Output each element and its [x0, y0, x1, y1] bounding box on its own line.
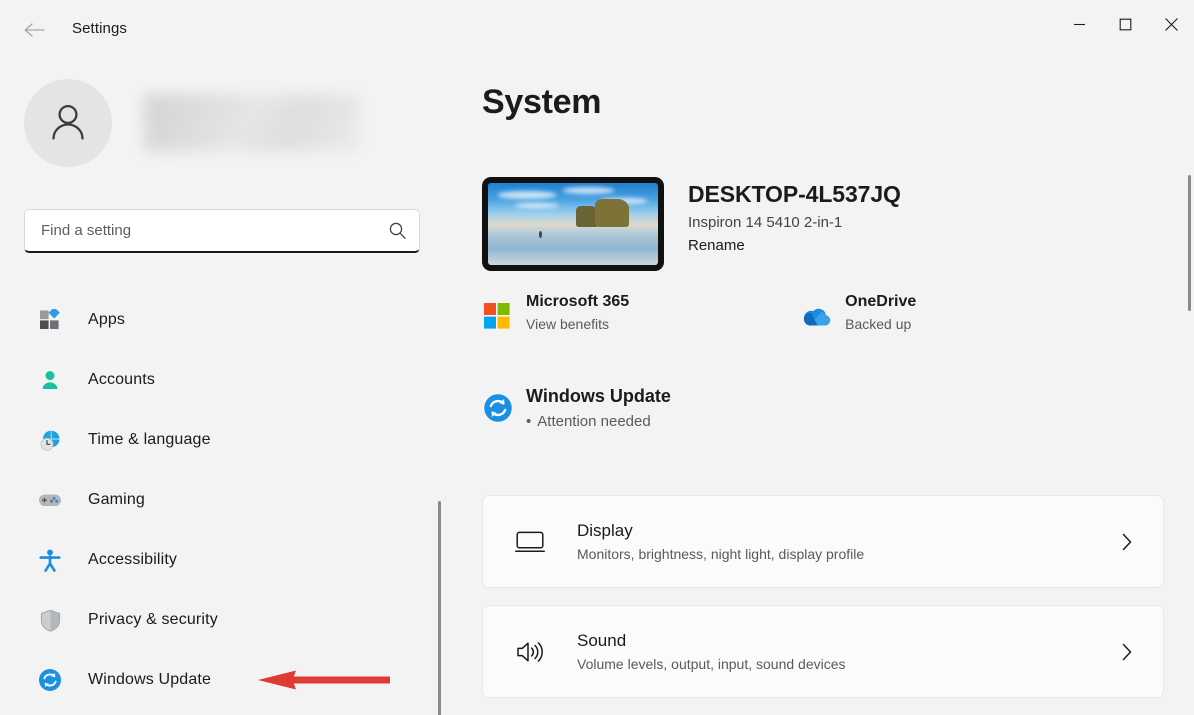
- windows-update-status: • Attention needed: [526, 413, 671, 430]
- device-model: Inspiron 14 5410 2-in-1: [688, 214, 901, 231]
- card-subtitle: Volume levels, output, input, sound devi…: [577, 656, 1115, 672]
- device-info: DESKTOP-4L537JQ Inspiron 14 5410 2-in-1 …: [688, 177, 901, 271]
- sidebar-item-label: Accessibility: [88, 551, 177, 569]
- sidebar-nav: Apps Accounts Time & lang: [0, 298, 452, 715]
- settings-cards: Display Monitors, brightness, night ligh…: [482, 495, 1164, 715]
- services-row: Microsoft 365 View benefits OneDrive Bac…: [482, 293, 916, 332]
- wallpaper-cloud: [498, 191, 556, 198]
- accounts-icon: [38, 368, 62, 392]
- service-title: OneDrive: [845, 293, 916, 311]
- wallpaper-image: [488, 183, 658, 265]
- sidebar-item-label: Windows Update: [88, 671, 211, 689]
- sidebar-item-accessibility[interactable]: Accessibility: [16, 538, 436, 582]
- main-scrollbar-thumb[interactable]: [1188, 175, 1191, 311]
- onedrive-icon: [801, 301, 831, 331]
- desktop-wallpaper-thumbnail: [482, 177, 664, 271]
- close-button[interactable]: [1148, 0, 1194, 48]
- wallpaper-rock: [595, 199, 629, 227]
- device-summary: DESKTOP-4L537JQ Inspiron 14 5410 2-in-1 …: [482, 177, 901, 271]
- onedrive-tile[interactable]: OneDrive Backed up: [801, 293, 916, 332]
- status-text: Attention needed: [537, 413, 650, 430]
- search-input[interactable]: Find a setting: [24, 209, 420, 253]
- search-icon[interactable]: [388, 221, 407, 240]
- back-arrow-icon: [23, 21, 45, 39]
- chevron-right-icon[interactable]: [1115, 532, 1139, 552]
- sidebar: Find a setting Apps: [0, 48, 452, 715]
- person-avatar-icon: [46, 99, 90, 148]
- service-title: Microsoft 365: [526, 293, 629, 311]
- main-content: System DESKTOP-4L537JQ Inspiron 14 5410 …: [452, 48, 1194, 715]
- minimize-icon: [1073, 18, 1086, 31]
- microsoft-365-text: Microsoft 365 View benefits: [526, 293, 629, 332]
- sidebar-item-apps[interactable]: Apps: [16, 298, 436, 342]
- title-bar: Settings: [0, 0, 1194, 48]
- time-language-icon: [38, 428, 62, 452]
- accessibility-icon: [38, 548, 62, 572]
- minimize-button[interactable]: [1056, 0, 1102, 48]
- card-text: Sound Volume levels, output, input, soun…: [577, 631, 1115, 672]
- windows-update-title: Windows Update: [526, 386, 671, 407]
- avatar: [24, 79, 112, 167]
- privacy-security-icon: [38, 608, 62, 632]
- sidebar-item-accounts[interactable]: Accounts: [16, 358, 436, 402]
- rename-link[interactable]: Rename: [688, 237, 901, 254]
- service-subtitle[interactable]: View benefits: [526, 316, 629, 332]
- close-icon: [1164, 17, 1179, 32]
- sidebar-item-privacy-security[interactable]: Privacy & security: [16, 598, 436, 642]
- windows-update-summary[interactable]: Windows Update • Attention needed: [482, 386, 671, 430]
- maximize-icon: [1119, 18, 1132, 31]
- gaming-icon: [38, 488, 62, 512]
- username-redacted: [144, 94, 360, 152]
- app-title: Settings: [72, 20, 127, 37]
- sidebar-scrollbar[interactable]: [438, 501, 441, 715]
- microsoft-365-tile[interactable]: Microsoft 365 View benefits: [482, 293, 629, 332]
- microsoft-365-icon: [482, 301, 512, 331]
- apps-icon: [38, 308, 62, 332]
- card-text: Display Monitors, brightness, night ligh…: [577, 521, 1115, 562]
- card-title: Sound: [577, 631, 1115, 651]
- page-title: System: [482, 83, 601, 122]
- sound-speaker-icon: [513, 635, 547, 669]
- wallpaper-cloud: [563, 187, 614, 194]
- sidebar-item-label: Accounts: [88, 371, 155, 389]
- device-name: DESKTOP-4L537JQ: [688, 181, 901, 208]
- card-title: Display: [577, 521, 1115, 541]
- sidebar-item-label: Time & language: [88, 431, 211, 449]
- status-bullet: •: [526, 413, 531, 430]
- card-subtitle: Monitors, brightness, night light, displ…: [577, 546, 1115, 562]
- maximize-button[interactable]: [1102, 0, 1148, 48]
- chevron-right-icon[interactable]: [1115, 642, 1139, 662]
- sidebar-item-label: Gaming: [88, 491, 145, 509]
- search-placeholder: Find a setting: [41, 222, 388, 239]
- main-scrollbar[interactable]: [1188, 175, 1191, 311]
- settings-card-display[interactable]: Display Monitors, brightness, night ligh…: [482, 495, 1164, 588]
- account-profile[interactable]: [24, 79, 360, 167]
- back-button[interactable]: [16, 14, 52, 46]
- service-subtitle: Backed up: [845, 316, 916, 332]
- windows-update-icon: [482, 392, 514, 424]
- windows-update-text: Windows Update • Attention needed: [526, 386, 671, 430]
- windows-update-icon: [38, 668, 62, 692]
- sidebar-item-time-language[interactable]: Time & language: [16, 418, 436, 462]
- sidebar-item-label: Apps: [88, 311, 125, 329]
- window-controls: [1056, 0, 1194, 48]
- display-monitor-icon: [513, 525, 547, 559]
- annotation-arrow: [256, 668, 392, 692]
- wallpaper-sea: [488, 226, 658, 265]
- settings-card-sound[interactable]: Sound Volume levels, output, input, soun…: [482, 605, 1164, 698]
- sidebar-scrollbar-thumb[interactable]: [438, 501, 441, 715]
- onedrive-text: OneDrive Backed up: [845, 293, 916, 332]
- sidebar-item-label: Privacy & security: [88, 611, 218, 629]
- sidebar-item-gaming[interactable]: Gaming: [16, 478, 436, 522]
